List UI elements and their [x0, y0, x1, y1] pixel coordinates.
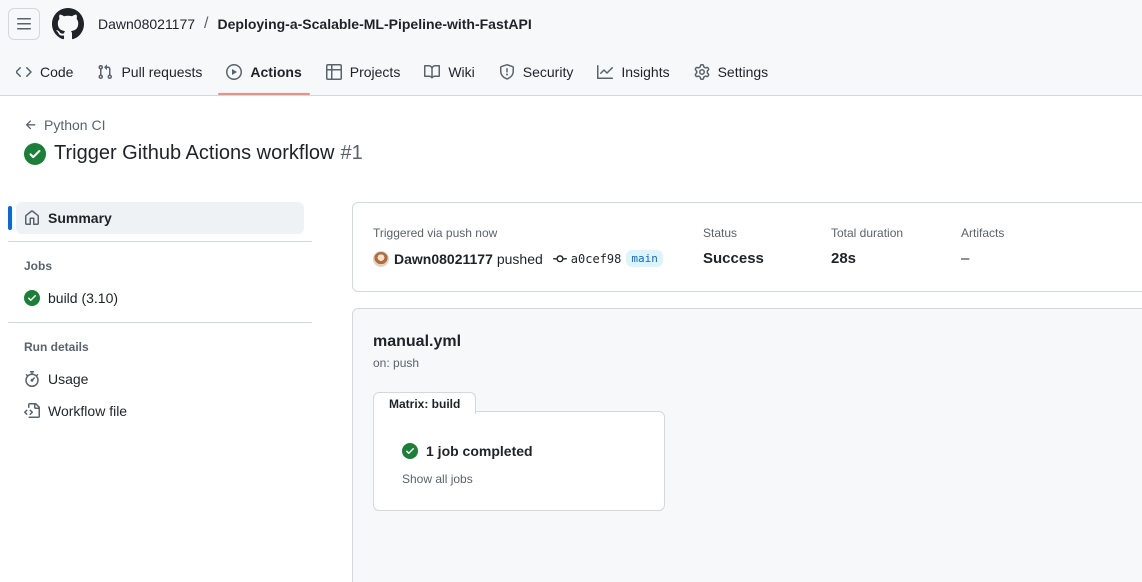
stopwatch-icon: [25, 371, 39, 387]
workflow-trigger-event: on: push: [373, 356, 420, 370]
repo-owner-link[interactable]: Dawn08021177: [98, 16, 195, 32]
sidebar-item-summary-label: Summary: [48, 210, 112, 226]
play-icon: [226, 64, 243, 80]
sidebar-item-workflow-file[interactable]: Workflow file: [24, 403, 127, 419]
gear-icon: [694, 64, 709, 80]
matrix-tab: Matrix: build: [373, 392, 477, 414]
tab-settings[interactable]: Settings: [686, 52, 777, 92]
status-value: Success: [703, 250, 764, 267]
repo-header: Dawn08021177 / Deploying-a-Scalable-ML-P…: [0, 0, 1142, 96]
tab-settings-label: Settings: [717, 64, 769, 80]
tab-pull-requests-label: Pull requests: [121, 64, 203, 80]
status-label: Status: [703, 226, 738, 240]
check-circle-fill-icon: [24, 142, 46, 165]
graph-icon: [597, 65, 614, 79]
back-to-workflow-link[interactable]: Python CI: [24, 117, 105, 133]
tab-code[interactable]: Code: [8, 52, 81, 92]
duration-value: 28s: [831, 250, 857, 267]
workflow-file-name: manual.yml: [373, 333, 462, 350]
repo-tabs: Code Pull requests Actions Projects Wiki…: [8, 52, 784, 96]
tab-wiki[interactable]: Wiki: [416, 52, 482, 92]
book-icon: [424, 64, 441, 79]
run-title: Trigger Github Actions workflow: [54, 142, 335, 164]
sidebar-item-summary[interactable]: Summary: [16, 202, 304, 234]
pushed-text: pushed: [496, 250, 543, 267]
show-all-jobs-link[interactable]: Show all jobs: [402, 472, 473, 486]
sidebar-item-job-label: build (3.10): [48, 290, 119, 306]
tab-wiki-label: Wiki: [448, 64, 475, 80]
tab-insights-label: Insights: [621, 64, 670, 80]
sidebar-item-workflow-file-label: Workflow file: [48, 403, 128, 419]
tab-insights[interactable]: Insights: [589, 52, 677, 92]
triggered-label: Triggered via push now: [373, 226, 498, 240]
tab-pull-requests[interactable]: Pull requests: [89, 52, 210, 92]
github-logo-icon[interactable]: [52, 8, 84, 40]
commit-sha: a0cef98: [570, 251, 622, 266]
duration-label: Total duration: [831, 226, 904, 240]
tab-projects-label: Projects: [349, 64, 401, 80]
tab-projects[interactable]: Projects: [318, 52, 409, 92]
git-commit-icon: [552, 254, 567, 262]
hamburger-menu-button[interactable]: [8, 8, 40, 40]
tab-code-label: Code: [40, 64, 74, 80]
branch-badge[interactable]: main: [626, 250, 663, 267]
sidebar-item-job-build[interactable]: build (3.10): [24, 290, 118, 306]
breadcrumb-separator: /: [204, 15, 209, 32]
tab-actions[interactable]: Actions: [218, 52, 311, 95]
sidebar-item-usage-label: Usage: [48, 371, 89, 387]
home-icon: [25, 210, 39, 225]
sidebar-run-details-heading: Run details: [24, 340, 89, 354]
sidebar-item-usage[interactable]: Usage: [24, 371, 88, 387]
commit-link[interactable]: a0cef98: [552, 251, 622, 266]
jobs-completed-label: 1 job completed: [426, 443, 533, 459]
tab-security-label: Security: [522, 64, 574, 80]
actor-link[interactable]: Dawn08021177: [394, 251, 493, 267]
breadcrumb: Dawn08021177 / Deploying-a-Scalable-ML-P…: [98, 15, 532, 33]
git-pull-request-icon: [98, 64, 113, 80]
workflow-graph-panel: manual.yml on: push Matrix: build 1 job …: [352, 308, 1142, 582]
trigger-info: Dawn08021177 pushed a0cef98 main: [373, 250, 663, 267]
workflow-name-label: Python CI: [44, 117, 106, 133]
check-circle-fill-icon: [24, 290, 40, 306]
tab-security[interactable]: Security: [491, 52, 582, 92]
tab-actions-label: Actions: [250, 64, 302, 80]
check-circle-fill-icon: [402, 443, 418, 459]
avatar[interactable]: [373, 250, 389, 267]
run-number: #1: [340, 142, 363, 164]
run-summary-box: Triggered via push now Dawn08021177 push…: [352, 202, 1142, 292]
file-code-icon: [24, 403, 40, 418]
sidebar-jobs-heading: Jobs: [24, 259, 53, 273]
page-title: Trigger Github Actions workflow #1: [24, 142, 363, 165]
matrix-job-box: 1 job completed Show all jobs: [373, 411, 665, 511]
table-icon: [325, 64, 342, 80]
sidebar-divider: [8, 241, 312, 242]
artifacts-value: –: [961, 250, 970, 267]
sidebar-active-indicator: [8, 206, 12, 230]
arrow-left-icon: [25, 120, 36, 130]
shield-icon: [499, 64, 514, 80]
repo-name-link[interactable]: Deploying-a-Scalable-ML-Pipeline-with-Fa…: [218, 16, 532, 32]
code-icon: [16, 67, 32, 77]
hamburger-icon: [17, 18, 31, 30]
sidebar-divider: [8, 322, 312, 323]
artifacts-label: Artifacts: [961, 226, 1005, 240]
jobs-completed-item[interactable]: 1 job completed: [402, 443, 533, 459]
